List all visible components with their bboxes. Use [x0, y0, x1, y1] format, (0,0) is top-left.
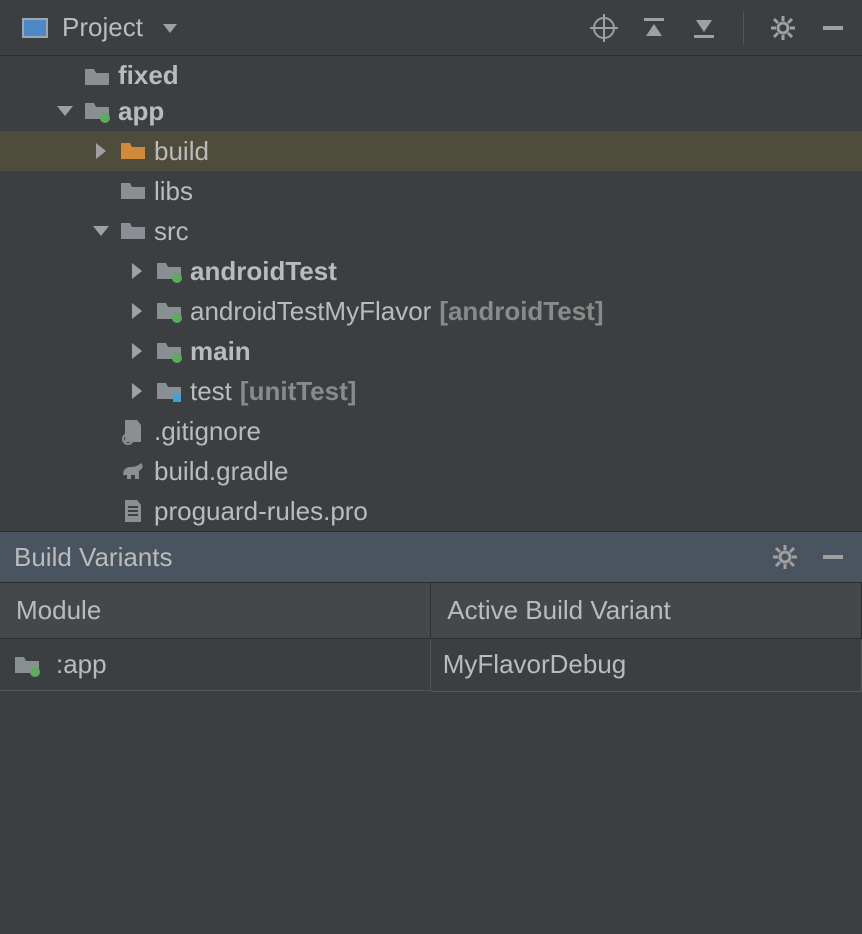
- module-folder-icon: [12, 651, 42, 679]
- folder-icon: [82, 63, 112, 91]
- gear-icon[interactable]: [768, 13, 798, 43]
- file-icon: [118, 497, 148, 525]
- tree-row-androidtestmyflavor[interactable]: androidTestMyFlavor [androidTest]: [0, 291, 862, 331]
- tree-label: libs: [154, 176, 193, 207]
- gitignore-file-icon: [118, 417, 148, 445]
- minimize-icon[interactable]: [818, 542, 848, 572]
- column-header-module[interactable]: Module: [0, 583, 431, 639]
- toolbar-separator: [743, 12, 744, 44]
- tree-row-build[interactable]: build: [0, 131, 862, 171]
- view-dropdown-icon[interactable]: [155, 13, 185, 43]
- tree-row-libs[interactable]: libs: [0, 171, 862, 211]
- chevron-right-icon[interactable]: [120, 259, 154, 283]
- project-toolbar: Project: [0, 0, 862, 56]
- tree-label: androidTestMyFlavor: [190, 296, 431, 327]
- module-folder-icon: [82, 97, 112, 125]
- folder-icon: [118, 177, 148, 205]
- tree-label: src: [154, 216, 189, 247]
- folder-icon: [118, 217, 148, 245]
- minimize-icon[interactable]: [818, 13, 848, 43]
- module-folder-icon: [154, 297, 184, 325]
- tree-label: .gitignore: [154, 416, 261, 447]
- chevron-right-icon[interactable]: [120, 299, 154, 323]
- chevron-right-icon[interactable]: [120, 339, 154, 363]
- module-folder-icon: [154, 257, 184, 285]
- test-folder-icon: [154, 377, 184, 405]
- tree-row-test[interactable]: test [unitTest]: [0, 371, 862, 411]
- build-variants-table: Module Active Build Variant :app MyFlavo…: [0, 583, 862, 692]
- tree-label: androidTest: [190, 256, 337, 287]
- tree-hint: [androidTest]: [439, 296, 603, 327]
- tree-label: proguard-rules.pro: [154, 496, 368, 527]
- tree-row-src[interactable]: src: [0, 211, 862, 251]
- build-variants-header: Build Variants: [0, 531, 862, 583]
- tree-row-app[interactable]: app: [0, 91, 862, 131]
- tree-label: main: [190, 336, 251, 367]
- active-variant-cell[interactable]: MyFlavorDebug: [431, 639, 862, 692]
- folder-icon: [118, 137, 148, 165]
- tree-hint: [unitTest]: [240, 376, 357, 407]
- chevron-down-icon[interactable]: [84, 219, 118, 243]
- table-row[interactable]: :app MyFlavorDebug: [0, 639, 862, 692]
- project-icon: [20, 13, 50, 43]
- build-variants-title: Build Variants: [14, 542, 173, 573]
- build-variants-empty-area: [0, 692, 862, 934]
- chevron-right-icon[interactable]: [84, 139, 118, 163]
- tree-row-main[interactable]: main: [0, 331, 862, 371]
- tree-label: app: [118, 96, 164, 127]
- collapse-all-icon[interactable]: [689, 13, 719, 43]
- project-tree[interactable]: fixed app build libs: [0, 56, 862, 531]
- tree-row-proguard[interactable]: proguard-rules.pro: [0, 491, 862, 531]
- chevron-down-icon[interactable]: [48, 99, 82, 123]
- module-name: :app: [56, 649, 107, 680]
- target-icon[interactable]: [589, 13, 619, 43]
- tree-row-truncated[interactable]: fixed: [0, 56, 862, 91]
- tree-row-androidtest[interactable]: androidTest: [0, 251, 862, 291]
- toolbar-title: Project: [62, 12, 143, 43]
- module-folder-icon: [154, 337, 184, 365]
- expand-all-icon[interactable]: [639, 13, 669, 43]
- gradle-file-icon: [118, 457, 148, 485]
- tree-label: test: [190, 376, 232, 407]
- tree-label: build: [154, 136, 209, 167]
- tree-row-gitignore[interactable]: .gitignore: [0, 411, 862, 451]
- tree-label: build.gradle: [154, 456, 288, 487]
- tree-row-buildgradle[interactable]: build.gradle: [0, 451, 862, 491]
- tree-label: fixed: [118, 60, 179, 91]
- chevron-right-icon[interactable]: [120, 379, 154, 403]
- gear-icon[interactable]: [770, 542, 800, 572]
- column-header-active-variant[interactable]: Active Build Variant: [431, 583, 862, 639]
